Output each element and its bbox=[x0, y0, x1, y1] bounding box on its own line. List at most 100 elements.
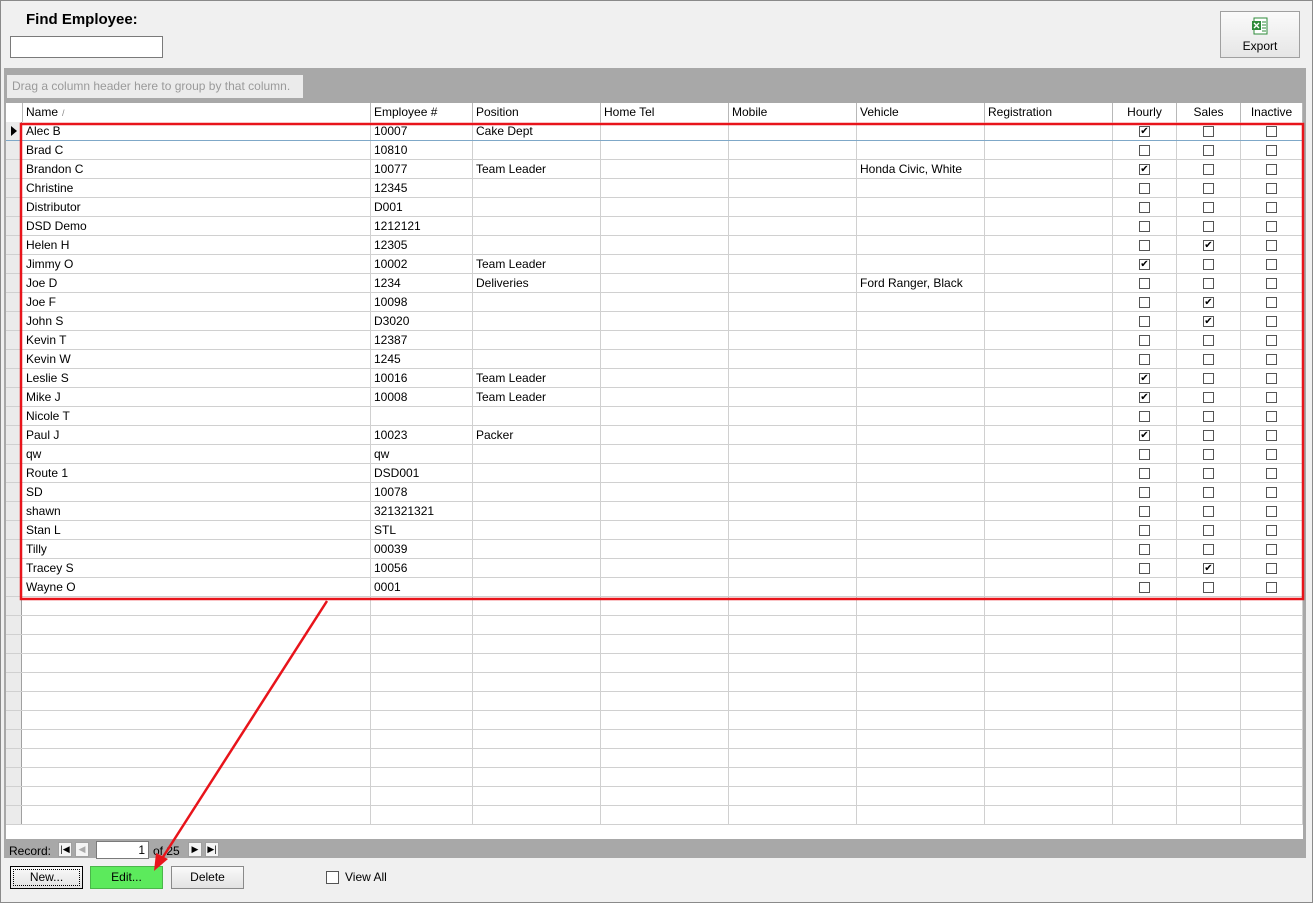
cell-reg[interactable] bbox=[985, 236, 1113, 254]
hourly-checkbox[interactable]: ✔ bbox=[1139, 259, 1150, 270]
cell-pos[interactable] bbox=[473, 483, 601, 501]
cell-name[interactable]: Kevin W bbox=[23, 350, 371, 368]
inactive-checkbox[interactable] bbox=[1266, 525, 1277, 536]
hourly-checkbox[interactable] bbox=[1139, 221, 1150, 232]
cell-pos[interactable]: Team Leader bbox=[473, 255, 601, 273]
column-header-reg[interactable]: Registration bbox=[985, 103, 1113, 122]
cell-reg[interactable] bbox=[985, 312, 1113, 330]
hourly-checkbox[interactable] bbox=[1139, 278, 1150, 289]
table-row[interactable]: Mike J 10008 Team Leader ✔ bbox=[6, 388, 1303, 407]
inactive-checkbox[interactable] bbox=[1266, 506, 1277, 517]
cell-emp[interactable]: STL bbox=[371, 521, 473, 539]
sales-checkbox[interactable] bbox=[1203, 145, 1214, 156]
row-selector[interactable] bbox=[6, 768, 22, 786]
cell-home[interactable] bbox=[601, 274, 729, 292]
cell-name[interactable]: SD bbox=[23, 483, 371, 501]
cell-home[interactable] bbox=[601, 464, 729, 482]
table-row[interactable]: Route 1 DSD001 bbox=[6, 464, 1303, 483]
cell-emp[interactable]: 1234 bbox=[371, 274, 473, 292]
hourly-checkbox[interactable] bbox=[1139, 335, 1150, 346]
cell-emp[interactable]: 10007 bbox=[371, 122, 473, 140]
cell-vehicle[interactable] bbox=[857, 198, 985, 216]
cell-reg[interactable] bbox=[985, 464, 1113, 482]
cell-home[interactable] bbox=[601, 369, 729, 387]
cell-name[interactable]: Kevin T bbox=[23, 331, 371, 349]
sales-checkbox[interactable] bbox=[1203, 411, 1214, 422]
cell-emp[interactable]: 10056 bbox=[371, 559, 473, 577]
cell-mobile[interactable] bbox=[729, 236, 857, 254]
inactive-checkbox[interactable] bbox=[1266, 354, 1277, 365]
row-selector[interactable] bbox=[6, 293, 22, 311]
row-selector[interactable] bbox=[6, 426, 22, 444]
cell-pos[interactable]: Team Leader bbox=[473, 388, 601, 406]
export-button[interactable]: Export bbox=[1220, 11, 1300, 58]
row-selector[interactable] bbox=[6, 464, 22, 482]
hourly-checkbox[interactable]: ✔ bbox=[1139, 164, 1150, 175]
row-selector[interactable] bbox=[6, 312, 22, 330]
row-selector[interactable] bbox=[6, 236, 22, 254]
inactive-checkbox[interactable] bbox=[1266, 297, 1277, 308]
cell-name[interactable]: Tracey S bbox=[23, 559, 371, 577]
cell-emp[interactable] bbox=[371, 407, 473, 425]
cell-pos[interactable]: Deliveries bbox=[473, 274, 601, 292]
delete-button[interactable]: Delete bbox=[171, 866, 244, 889]
row-selector[interactable] bbox=[6, 179, 22, 197]
cell-mobile[interactable] bbox=[729, 445, 857, 463]
cell-mobile[interactable] bbox=[729, 274, 857, 292]
cell-home[interactable] bbox=[601, 426, 729, 444]
cell-emp[interactable]: 12305 bbox=[371, 236, 473, 254]
inactive-checkbox[interactable] bbox=[1266, 202, 1277, 213]
cell-mobile[interactable] bbox=[729, 312, 857, 330]
cell-pos[interactable] bbox=[473, 331, 601, 349]
cell-name[interactable]: shawn bbox=[23, 502, 371, 520]
cell-reg[interactable] bbox=[985, 255, 1113, 273]
hourly-checkbox[interactable] bbox=[1139, 449, 1150, 460]
row-selector[interactable] bbox=[6, 521, 22, 539]
cell-vehicle[interactable] bbox=[857, 464, 985, 482]
cell-name[interactable]: Nicole T bbox=[23, 407, 371, 425]
inactive-checkbox[interactable] bbox=[1266, 468, 1277, 479]
cell-emp[interactable]: 12345 bbox=[371, 179, 473, 197]
cell-pos[interactable] bbox=[473, 350, 601, 368]
cell-mobile[interactable] bbox=[729, 160, 857, 178]
cell-reg[interactable] bbox=[985, 426, 1113, 444]
table-row[interactable]: Brandon C 10077 Team Leader Honda Civic, Wh… bbox=[6, 160, 1303, 179]
inactive-checkbox[interactable] bbox=[1266, 335, 1277, 346]
cell-reg[interactable] bbox=[985, 331, 1113, 349]
cell-reg[interactable] bbox=[985, 521, 1113, 539]
table-row[interactable]: Joe D 1234 Deliveries Ford Ranger, Black bbox=[6, 274, 1303, 293]
cell-name[interactable]: DSD Demo bbox=[23, 217, 371, 235]
sales-checkbox[interactable] bbox=[1203, 259, 1214, 270]
cell-pos[interactable] bbox=[473, 540, 601, 558]
table-row[interactable]: Tilly 00039 bbox=[6, 540, 1303, 559]
cell-reg[interactable] bbox=[985, 388, 1113, 406]
cell-emp[interactable]: D3020 bbox=[371, 312, 473, 330]
table-row[interactable]: Helen H 12305 ✔ bbox=[6, 236, 1303, 255]
inactive-checkbox[interactable] bbox=[1266, 221, 1277, 232]
sales-checkbox[interactable] bbox=[1203, 221, 1214, 232]
cell-pos[interactable] bbox=[473, 141, 601, 159]
cell-vehicle[interactable] bbox=[857, 426, 985, 444]
cell-pos[interactable] bbox=[473, 312, 601, 330]
cell-pos[interactable]: Cake Dept bbox=[473, 122, 601, 140]
sales-checkbox[interactable] bbox=[1203, 202, 1214, 213]
hourly-checkbox[interactable] bbox=[1139, 240, 1150, 251]
cell-vehicle[interactable] bbox=[857, 179, 985, 197]
cell-home[interactable] bbox=[601, 578, 729, 596]
cell-mobile[interactable] bbox=[729, 502, 857, 520]
cell-home[interactable] bbox=[601, 293, 729, 311]
sales-checkbox[interactable] bbox=[1203, 430, 1214, 441]
sales-checkbox[interactable] bbox=[1203, 164, 1214, 175]
hourly-checkbox[interactable] bbox=[1139, 468, 1150, 479]
cell-reg[interactable] bbox=[985, 445, 1113, 463]
cell-name[interactable]: Brad C bbox=[23, 141, 371, 159]
cell-vehicle[interactable] bbox=[857, 141, 985, 159]
cell-reg[interactable] bbox=[985, 350, 1113, 368]
table-row[interactable]: Distributor D001 bbox=[6, 198, 1303, 217]
cell-pos[interactable]: Team Leader bbox=[473, 369, 601, 387]
cell-home[interactable] bbox=[601, 483, 729, 501]
hourly-checkbox[interactable] bbox=[1139, 563, 1150, 574]
table-row[interactable]: Alec B 10007 Cake Dept ✔ bbox=[6, 122, 1303, 141]
cell-emp[interactable]: 10098 bbox=[371, 293, 473, 311]
cell-name[interactable]: Wayne O bbox=[23, 578, 371, 596]
